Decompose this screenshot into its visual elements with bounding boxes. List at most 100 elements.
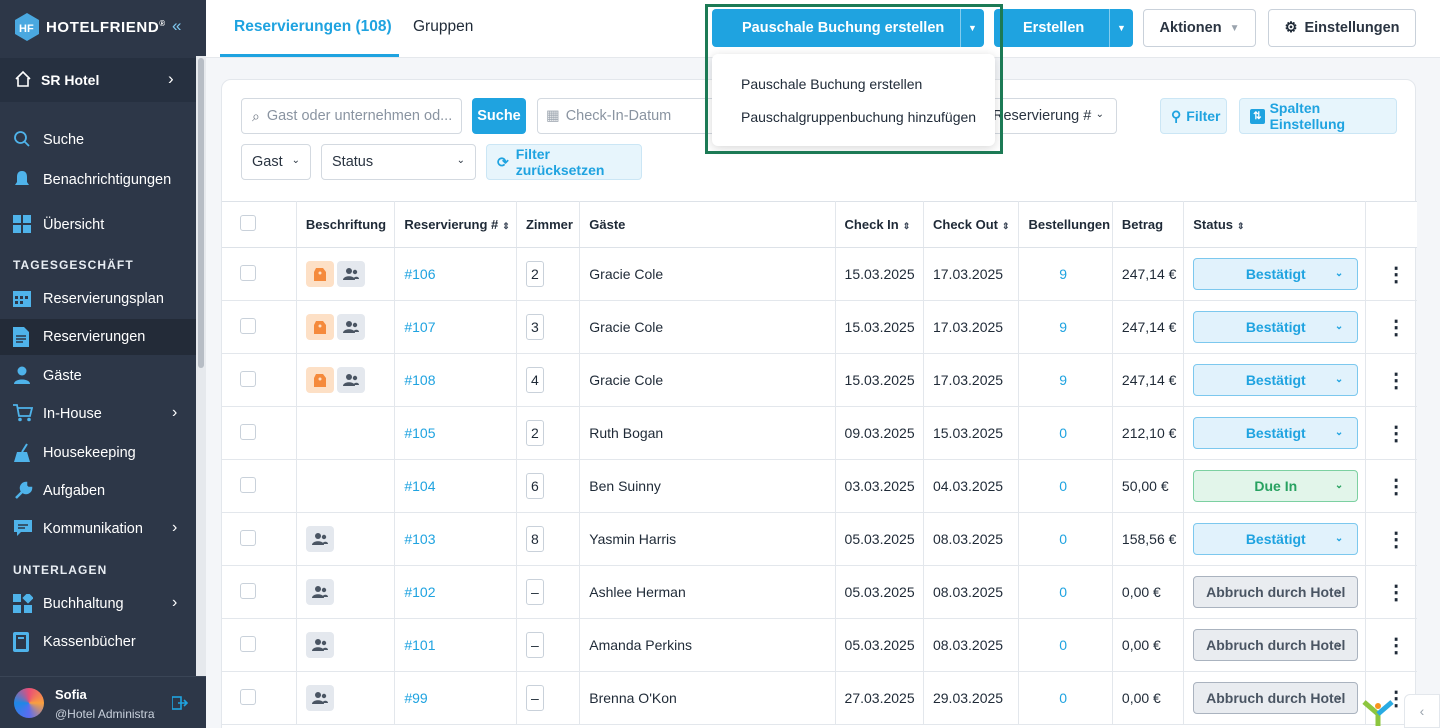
column-settings-button[interactable]: ⇅ Spalten Einstellung — [1239, 98, 1397, 134]
orders-link[interactable]: 0 — [1028, 478, 1111, 494]
row-checkbox[interactable] — [240, 635, 256, 652]
sidebar-item-kassenb-cher[interactable]: Kassenbücher — [0, 624, 196, 660]
row-menu-icon[interactable]: ⋮ — [1365, 247, 1417, 301]
orders-link[interactable]: 0 — [1028, 637, 1111, 653]
reservation-link[interactable]: #103 — [404, 531, 435, 547]
reservation-link[interactable]: #102 — [404, 584, 435, 600]
row-menu-icon[interactable]: ⋮ — [1365, 353, 1417, 407]
package-booking-button[interactable]: Pauschale Buchung erstellen ▼ — [712, 9, 984, 47]
sidebar-item-reservierungen[interactable]: Reservierungen — [0, 319, 196, 355]
column-header-sortable[interactable]: Reservierung # ⇕ — [394, 201, 517, 248]
reservation-link[interactable]: #105 — [404, 425, 435, 441]
sort-icon[interactable]: ⇕ — [903, 221, 911, 231]
reservation-link[interactable]: #99 — [404, 690, 427, 706]
search-input[interactable]: ⌕ Gast oder unternehmen od... — [241, 98, 462, 134]
sidebar-item-g-ste[interactable]: Gäste — [0, 358, 196, 394]
logout-icon[interactable] — [172, 695, 188, 711]
collapse-panel-icon[interactable]: ‹ — [1404, 694, 1440, 728]
status-dropdown[interactable]: Bestätigt ⌄ — [1193, 311, 1359, 343]
sidebar-item-aufgaben[interactable]: Aufgaben — [0, 473, 196, 509]
create-caret-icon[interactable]: ▼ — [1109, 9, 1133, 47]
sidebar-item-in-house[interactable]: In-House › — [0, 396, 196, 432]
sidebar-item-benachrichtigungen[interactable]: Benachrichtigungen — [0, 162, 196, 198]
status-dropdown[interactable]: Abbruch durch Hotel ⌄ — [1193, 576, 1359, 608]
table-row[interactable]: #107 3 Gracie Cole 15.03.2025 17.03.2025 9 247… — [222, 300, 1417, 354]
filter-button[interactable]: ⚲ Filter — [1160, 98, 1227, 134]
select-all-checkbox[interactable] — [240, 215, 256, 231]
row-menu-icon[interactable]: ⋮ — [1365, 618, 1417, 672]
settings-button[interactable]: ⚙ Einstellungen — [1268, 9, 1416, 47]
tab-reservations[interactable]: Reservierungen (108) — [234, 18, 392, 36]
reservation-link[interactable]: #108 — [404, 372, 435, 388]
orders-link[interactable]: 9 — [1028, 266, 1111, 282]
reservation-link[interactable]: #106 — [404, 266, 435, 282]
row-checkbox[interactable] — [240, 688, 256, 705]
sidebar-item-suche[interactable]: Suche — [0, 122, 196, 158]
reservation-link[interactable]: #101 — [404, 637, 435, 653]
orders-link[interactable]: 9 — [1028, 372, 1111, 388]
column-header-sortable[interactable]: Check Out ⇕ — [923, 201, 1020, 248]
row-menu-icon[interactable]: ⋮ — [1365, 565, 1417, 619]
reset-filters-button[interactable]: ⟳ Filter zurücksetzen — [486, 144, 642, 180]
status-select[interactable]: Status ⌄ — [321, 144, 476, 180]
column-header-sortable[interactable]: Status ⇕ — [1183, 201, 1367, 248]
table-row[interactable]: #104 6 Ben Suinny 03.03.2025 04.03.2025 0 50,0… — [222, 459, 1417, 513]
actions-button[interactable]: Aktionen ▼ — [1143, 9, 1256, 47]
user-profile[interactable]: Sofia @Hotel Administrator — [0, 676, 206, 728]
dropdown-option-package-group-booking[interactable]: Pauschalgruppenbuchung hinzufügen — [741, 109, 976, 125]
row-checkbox[interactable] — [240, 529, 256, 546]
table-row[interactable]: #103 8 Yasmin Harris 05.03.2025 08.03.2025 0 1… — [222, 512, 1417, 566]
create-button[interactable]: Erstellen ▼ — [994, 9, 1133, 47]
sidebar-item-reservierungsplan[interactable]: Reservierungsplan — [0, 281, 196, 317]
column-header-sortable[interactable]: Check In ⇕ — [835, 201, 924, 248]
sidebar-item--bersicht[interactable]: Übersicht — [0, 207, 196, 243]
search-button[interactable]: Suche — [472, 98, 526, 134]
table-row[interactable]: #106 2 Gracie Cole 15.03.2025 17.03.2025 9 247… — [222, 247, 1417, 301]
table-row[interactable]: #108 4 Gracie Cole 15.03.2025 17.03.2025 9 247… — [222, 353, 1417, 407]
status-dropdown[interactable]: Abbruch durch Hotel ⌄ — [1193, 629, 1359, 661]
row-menu-icon[interactable]: ⋮ — [1365, 512, 1417, 566]
hotel-selector[interactable]: SR Hotel › — [0, 58, 196, 102]
sidebar-item-kommunikation[interactable]: Kommunikation › — [0, 511, 196, 547]
tab-groups[interactable]: Gruppen — [413, 18, 473, 36]
row-menu-icon[interactable]: ⋮ — [1365, 300, 1417, 354]
table-row[interactable]: #99 – Brenna O'Kon 27.03.2025 29.03.2025 0 0,0… — [222, 671, 1417, 725]
reservation-number-select[interactable]: Reservierung # ⌄ — [976, 98, 1117, 134]
dropdown-option-package-booking[interactable]: Pauschale Buchung erstellen — [741, 76, 922, 92]
row-checkbox[interactable] — [240, 476, 256, 493]
status-dropdown[interactable]: Bestätigt ⌄ — [1193, 523, 1359, 555]
status-dropdown[interactable]: Bestätigt ⌄ — [1193, 417, 1359, 449]
orders-link[interactable]: 0 — [1028, 425, 1111, 441]
status-dropdown[interactable]: Bestätigt ⌄ — [1193, 258, 1359, 290]
row-checkbox[interactable] — [240, 582, 256, 599]
collapse-sidebar-icon[interactable]: « — [172, 16, 181, 36]
package-booking-caret-icon[interactable]: ▼ — [960, 9, 984, 47]
status-dropdown[interactable]: Due In ⌄ — [1193, 470, 1359, 502]
reservation-link[interactable]: #107 — [404, 319, 435, 335]
sidebar-item-housekeeping[interactable]: Housekeeping — [0, 435, 196, 471]
table-row[interactable]: #105 2 Ruth Bogan 09.03.2025 15.03.2025 0 212,… — [222, 406, 1417, 460]
table-row[interactable]: #102 – Ashlee Herman 05.03.2025 08.03.2025 0 0… — [222, 565, 1417, 619]
row-menu-icon[interactable]: ⋮ — [1365, 459, 1417, 513]
sidebar-item-buchhaltung[interactable]: Buchhaltung › — [0, 586, 196, 622]
reservation-number-cell: #102 — [394, 565, 517, 619]
orders-link[interactable]: 0 — [1028, 531, 1111, 547]
sidebar-scrollbar[interactable] — [196, 56, 206, 676]
row-checkbox[interactable] — [240, 264, 256, 281]
checkin-date-input[interactable]: ▦ Check-In-Datum — [537, 98, 717, 134]
row-checkbox[interactable] — [240, 370, 256, 387]
sort-icon[interactable]: ⇕ — [1002, 221, 1010, 231]
orders-link[interactable]: 0 — [1028, 584, 1111, 600]
row-checkbox[interactable] — [240, 423, 256, 440]
orders-link[interactable]: 0 — [1028, 690, 1111, 706]
sort-icon[interactable]: ⇕ — [502, 221, 510, 231]
row-menu-icon[interactable]: ⋮ — [1365, 406, 1417, 460]
status-dropdown[interactable]: Abbruch durch Hotel ⌄ — [1193, 682, 1359, 714]
row-checkbox[interactable] — [240, 317, 256, 334]
reservation-link[interactable]: #104 — [404, 478, 435, 494]
orders-link[interactable]: 9 — [1028, 319, 1111, 335]
table-row[interactable]: #101 – Amanda Perkins 05.03.2025 08.03.2025 0… — [222, 618, 1417, 672]
status-dropdown[interactable]: Bestätigt ⌄ — [1193, 364, 1359, 396]
sort-icon[interactable]: ⇕ — [1237, 221, 1245, 231]
guest-select[interactable]: Gast ⌄ — [241, 144, 311, 180]
